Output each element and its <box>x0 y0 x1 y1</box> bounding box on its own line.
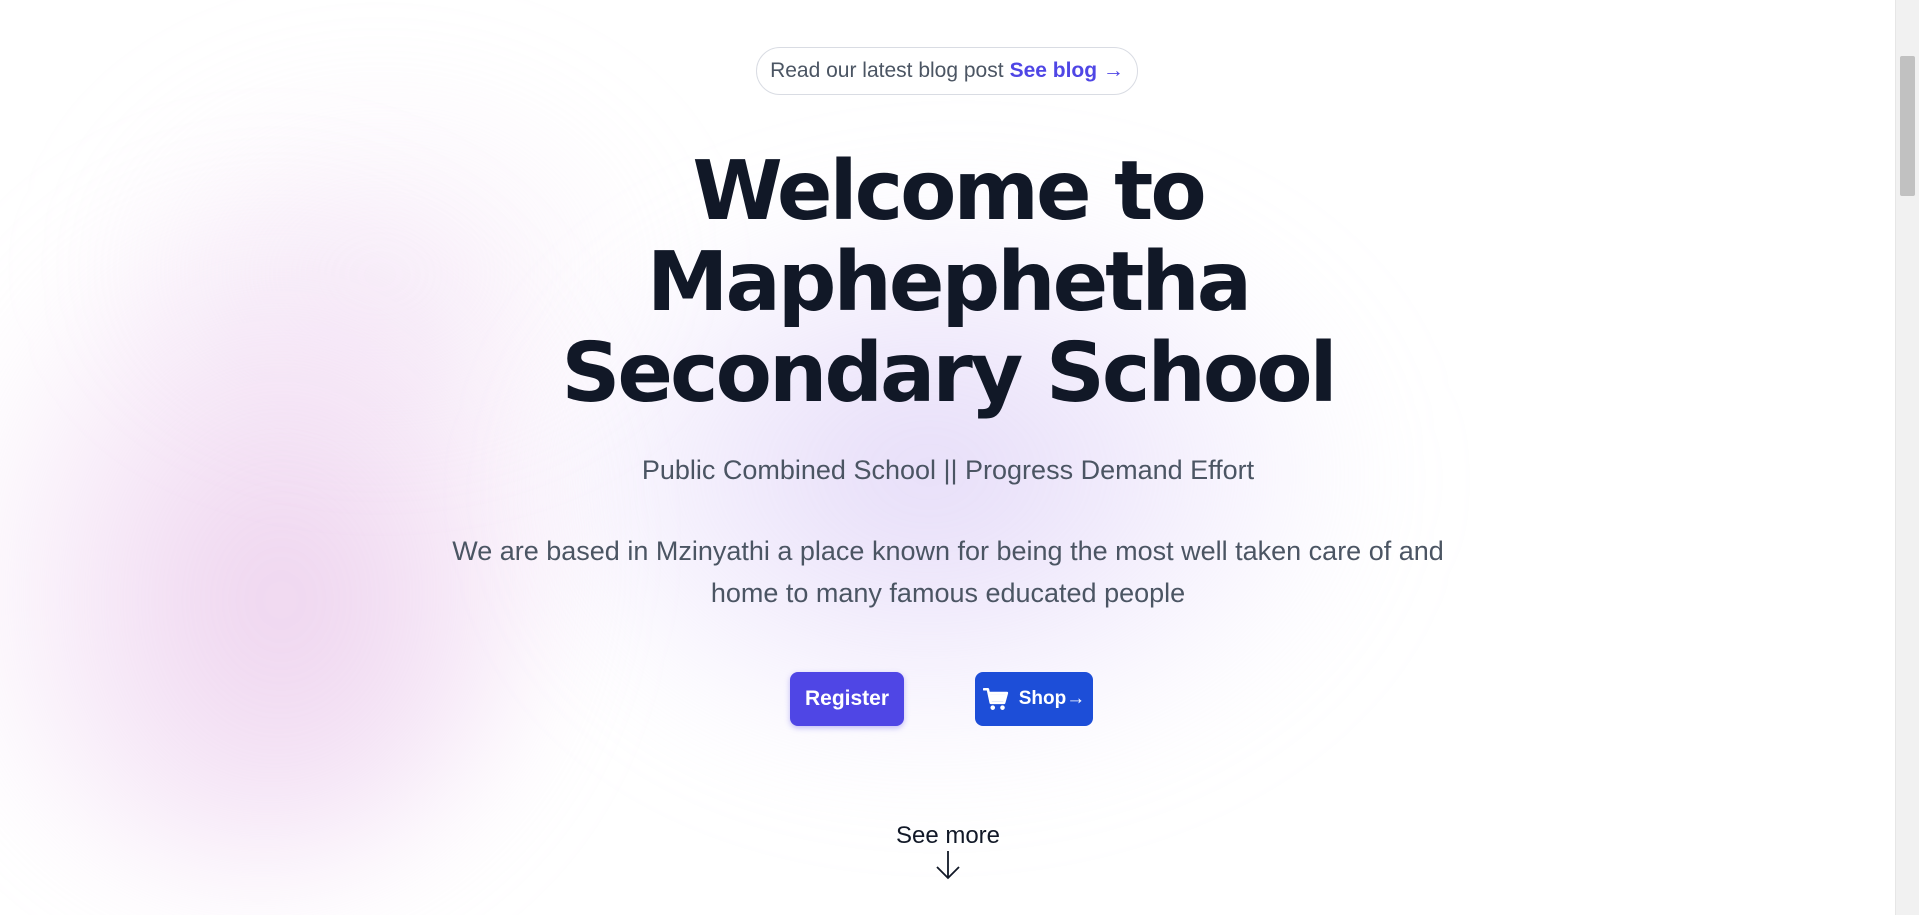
vertical-scrollbar[interactable] <box>1895 0 1919 915</box>
arrow-down-icon[interactable] <box>935 850 961 880</box>
register-button[interactable]: Register <box>790 672 904 726</box>
school-tagline: Public Combined School || Progress Deman… <box>641 455 1255 485</box>
hero-section: Read our latest blog post See blog → Wel… <box>0 0 1896 915</box>
see-more-link[interactable]: See more <box>848 822 1048 850</box>
shop-button[interactable]: Shop→ <box>975 672 1093 726</box>
shop-button-label: Shop→ <box>1018 688 1086 709</box>
school-description: We are based in Mzinyathi a place known … <box>452 536 1444 608</box>
cart-icon <box>982 686 1009 712</box>
page-title: Welcome to Maphephetha Secondary School <box>0 146 1896 419</box>
title-line-3: Secondary School <box>561 326 1337 421</box>
scrollbar-thumb[interactable] <box>1900 56 1915 196</box>
blog-announcement-pill: Read our latest blog post See blog → <box>756 47 1138 95</box>
see-blog-link[interactable]: See blog → <box>1010 59 1124 83</box>
announcement-text: Read our latest blog post <box>770 59 1004 82</box>
title-line-2: Maphephetha <box>646 235 1252 330</box>
title-line-1: Welcome to <box>692 144 1206 239</box>
